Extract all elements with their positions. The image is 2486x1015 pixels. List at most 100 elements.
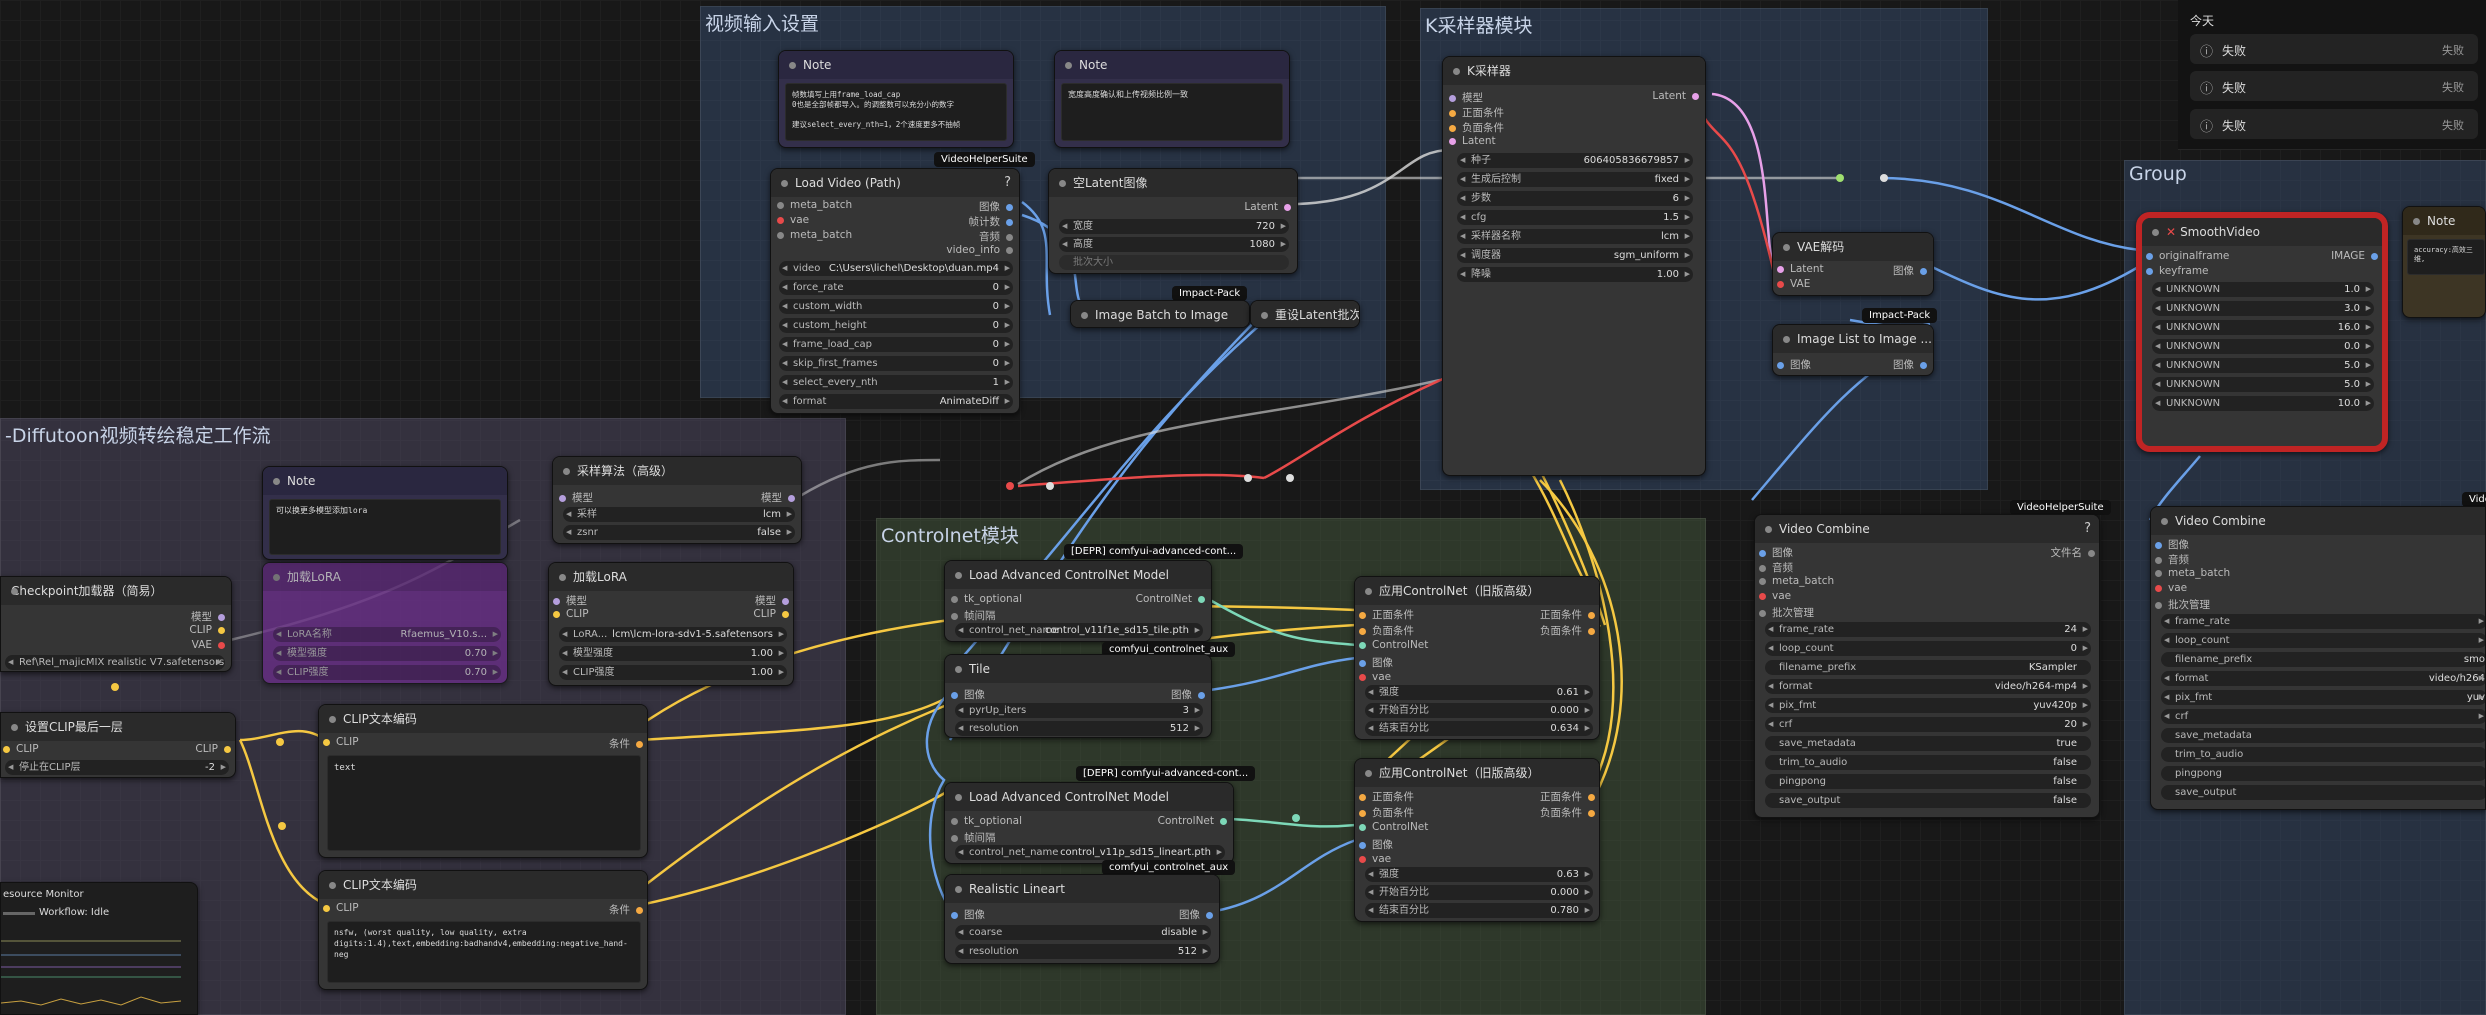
input-slot[interactable]: 模型 <box>559 490 593 505</box>
tile-preprocessor-node[interactable]: Tile 图像 图像 pyrUp_iters3 resolution512 <box>944 654 1212 738</box>
note-text[interactable]: accuracy:高效三维, <box>2407 239 2485 275</box>
input-slot[interactable]: 图像 <box>1759 545 1793 560</box>
output-slot[interactable]: CLIP <box>753 608 789 620</box>
input-slot[interactable]: 正面条件 <box>1359 789 1414 804</box>
batch-size-widget[interactable]: 批次大小 <box>1059 255 1289 270</box>
strength-widget[interactable]: 强度0.63 <box>1365 867 1593 882</box>
output-slot[interactable]: CLIP <box>195 743 231 755</box>
unknown-widget[interactable]: UNKNOWN5.0 <box>2152 358 2374 373</box>
input-slot[interactable]: 图像 <box>1777 357 1811 372</box>
input-slot[interactable]: CLIP <box>323 736 359 748</box>
ksampler-node[interactable]: K采样器 模型 正面条件 负面条件 Latent Latent 种子606405… <box>1442 56 1706 476</box>
image-list-node[interactable]: Image List to Image ... 图像 图像 <box>1772 324 1934 376</box>
custom-height-widget[interactable]: custom_height0 <box>779 318 1013 333</box>
frame-rate-widget[interactable]: frame_rate <box>2161 614 2485 629</box>
start-percent-widget[interactable]: 开始百分比0.000 <box>1365 885 1593 900</box>
frame-load-cap-widget[interactable]: frame_load_cap0 <box>779 337 1013 352</box>
input-slot[interactable]: vae <box>1759 590 1791 602</box>
input-slot[interactable]: 正面条件 <box>1359 607 1414 622</box>
pyrup-iters-widget[interactable]: pyrUp_iters3 <box>955 703 1203 718</box>
history-item[interactable]: ⓘ 失败 失败 <box>2190 71 2478 101</box>
height-widget[interactable]: 高度1080 <box>1059 237 1289 252</box>
force-rate-widget[interactable]: force_rate0 <box>779 280 1013 295</box>
input-slot[interactable]: 图像 <box>951 687 985 702</box>
smooth-video-node[interactable]: ✕ SmoothVideo originalframe keyframe IMAG… <box>2136 212 2388 452</box>
frame-rate-widget[interactable]: frame_rate24 <box>1765 622 2091 637</box>
note-node-lora[interactable]: Note 可以换更多模型添加lora <box>262 466 508 560</box>
unknown-widget[interactable]: UNKNOWN3.0 <box>2152 301 2374 316</box>
output-slot[interactable]: 音频 <box>979 229 1013 244</box>
input-slot[interactable]: 模型 <box>1449 90 1483 105</box>
pix-fmt-widget[interactable]: pix_fmtyuv <box>2161 690 2485 705</box>
input-slot[interactable]: meta_batch <box>2155 567 2230 579</box>
input-slot[interactable]: ControlNet <box>1359 821 1428 833</box>
format-widget[interactable]: formatvideo/h264-mp4 <box>1765 679 2091 694</box>
load-controlnet-tile-node[interactable]: Load Advanced ControlNet Model tk_option… <box>944 560 1212 642</box>
output-slot[interactable]: 图像 <box>979 199 1013 214</box>
output-slot[interactable]: VAE <box>192 639 225 651</box>
format-widget[interactable]: formatAnimateDiff <box>779 394 1013 409</box>
output-slot[interactable]: CLIP <box>189 624 225 636</box>
clip-strength-widget[interactable]: CLIP强度1.00 <box>559 665 787 680</box>
note-node-size[interactable]: Note 宽度高度确认和上传视频比例一致 <box>1054 50 1290 148</box>
output-slot[interactable]: 图像 <box>1171 687 1205 702</box>
input-slot[interactable]: vae <box>777 214 809 226</box>
repeat-latent-node[interactable]: 重设Latent批次 <box>1250 300 1360 328</box>
controlnet-name-widget[interactable]: control_net_namecontrol_v11f1e_sd15_tile… <box>955 623 1203 638</box>
output-slot[interactable]: 图像 <box>1893 357 1927 372</box>
output-slot[interactable]: 正面条件 <box>1540 789 1595 804</box>
model-strength-widget[interactable]: 模型强度1.00 <box>559 646 787 661</box>
resolution-widget[interactable]: resolution512 <box>955 721 1203 736</box>
input-slot[interactable]: ControlNet <box>1359 639 1428 651</box>
input-slot[interactable]: meta_batch <box>777 229 852 241</box>
input-slot[interactable]: CLIP <box>323 902 359 914</box>
output-slot[interactable]: 条件 <box>609 902 643 917</box>
lora-loader-node[interactable]: 加载LoRA 模型 CLIP 模型 CLIP LoRA...lcm\lcm-lo… <box>548 562 794 686</box>
steps-widget[interactable]: 步数6 <box>1457 191 1693 206</box>
history-item[interactable]: ⓘ 失败 失败 <box>2190 34 2478 64</box>
strength-widget[interactable]: 强度0.61 <box>1365 685 1593 700</box>
output-slot[interactable]: ControlNet <box>1136 593 1205 605</box>
unknown-widget[interactable]: UNKNOWN5.0 <box>2152 377 2374 392</box>
input-slot[interactable]: 帧间隔 <box>951 608 996 623</box>
output-slot[interactable]: 图像 <box>1893 263 1927 278</box>
input-slot[interactable]: vae <box>1359 671 1391 683</box>
unknown-widget[interactable]: UNKNOWN10.0 <box>2152 396 2374 411</box>
output-slot[interactable]: 负面条件 <box>1540 623 1595 638</box>
output-slot[interactable]: 条件 <box>609 736 643 751</box>
input-slot[interactable]: keyframe <box>2146 265 2209 277</box>
zsnr-widget[interactable]: zsnrfalse <box>563 525 795 540</box>
unknown-widget[interactable]: UNKNOWN16.0 <box>2152 320 2374 335</box>
stop-at-clip-layer-widget[interactable]: 停止在CLIP层-2 <box>5 760 229 775</box>
input-slot[interactable]: 正面条件 <box>1449 105 1504 120</box>
scheduler-widget[interactable]: 调度器sgm_uniform <box>1457 248 1693 263</box>
pix-fmt-widget[interactable]: pix_fmtyuv420p <box>1765 698 2091 713</box>
input-slot[interactable]: 批次管理 <box>1759 605 1814 620</box>
trim-to-audio-toggle[interactable]: trim_to_audio false <box>1765 755 2091 770</box>
output-slot[interactable]: 文件名 <box>2051 545 2095 560</box>
filename-prefix-widget[interactable]: filename_prefix smo <box>2161 652 2485 667</box>
end-percent-widget[interactable]: 结束百分比0.780 <box>1365 903 1593 918</box>
custom-width-widget[interactable]: custom_width0 <box>779 299 1013 314</box>
control-after-widget[interactable]: 生成后控制fixed <box>1457 172 1693 187</box>
output-slot[interactable]: 负面条件 <box>1540 805 1595 820</box>
input-slot[interactable]: 图像 <box>951 907 985 922</box>
input-slot[interactable]: tk_optional <box>951 815 1022 827</box>
unknown-widget[interactable]: UNKNOWN1.0 <box>2152 282 2374 297</box>
end-percent-widget[interactable]: 结束百分比0.634 <box>1365 721 1593 736</box>
pingpong-toggle[interactable]: pingpong <box>2161 766 2485 781</box>
output-slot[interactable]: 帧计数 <box>969 214 1013 229</box>
loop-count-widget[interactable]: loop_count <box>2161 633 2485 648</box>
clip-strength-widget[interactable]: CLIP强度0.70 <box>273 665 501 680</box>
output-slot[interactable]: Latent <box>1244 201 1291 213</box>
input-slot[interactable]: Latent <box>1777 263 1824 275</box>
input-slot[interactable]: CLIP <box>553 608 589 620</box>
video-combine-node[interactable]: Video Combine ? 图像 音频 meta_batch vae 批次管… <box>1754 514 2100 818</box>
apply-controlnet-2-node[interactable]: 应用ControlNet（旧版高级） 正面条件 负面条件 ControlNet … <box>1354 758 1600 922</box>
video-path-widget[interactable]: videoC:\Users\lichel\Desktop\duan.mp4 <box>779 261 1013 276</box>
save-metadata-toggle[interactable]: save_metadata <box>2161 728 2485 743</box>
sampler-widget[interactable]: 采样器名称lcm <box>1457 229 1693 244</box>
clip-text-encode-positive-node[interactable]: CLIP文本编码 CLIP 条件 text <box>318 704 648 858</box>
unknown-widget[interactable]: UNKNOWN0.0 <box>2152 339 2374 354</box>
input-slot[interactable]: 模型 <box>553 593 587 608</box>
